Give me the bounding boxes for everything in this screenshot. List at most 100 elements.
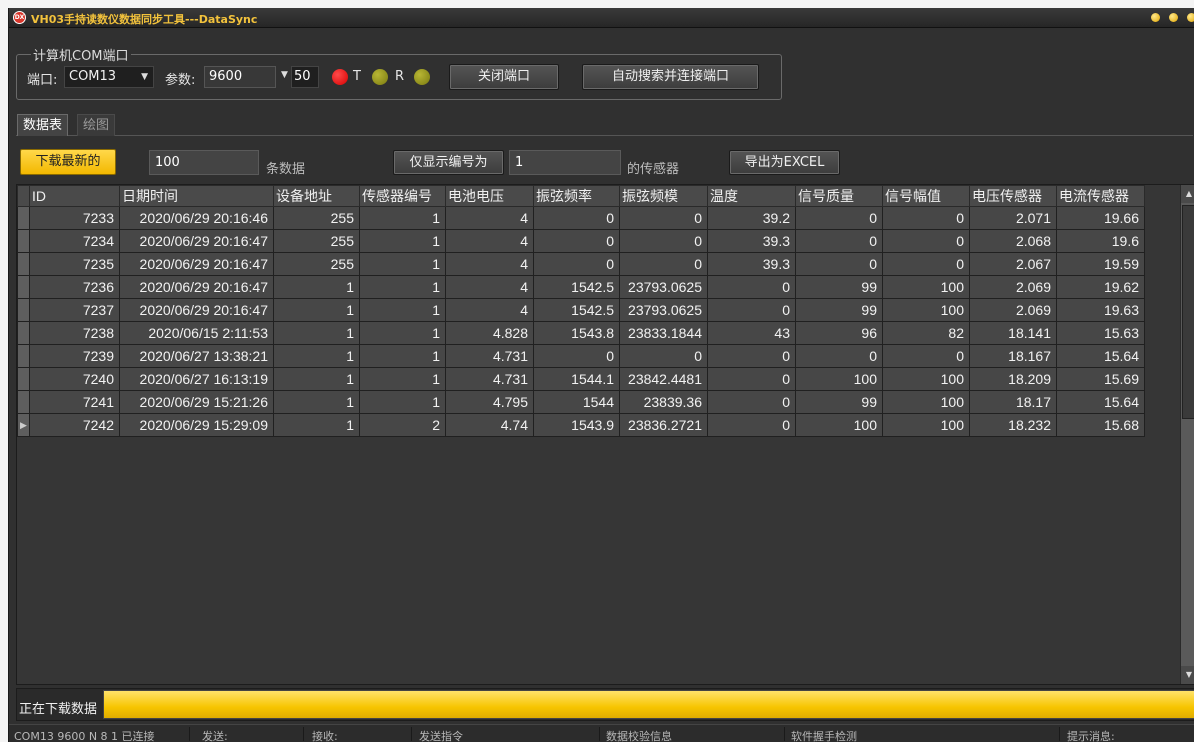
row-header[interactable]	[17, 298, 30, 322]
table-cell[interactable]: 2.067	[969, 252, 1057, 276]
table-cell[interactable]: 1	[273, 321, 360, 345]
table-cell[interactable]: 2020/06/15 2:11:53	[119, 321, 274, 345]
table-cell[interactable]: 18.17	[969, 390, 1057, 414]
table-cell[interactable]: 23793.0625	[619, 275, 708, 299]
table-cell[interactable]: 7242	[29, 413, 120, 437]
table-cell[interactable]: 39.3	[707, 252, 796, 276]
table-cell[interactable]: 19.63	[1056, 298, 1145, 322]
table-cell[interactable]: 23833.1844	[619, 321, 708, 345]
table-cell[interactable]: 100	[795, 413, 883, 437]
table-cell[interactable]: 1544.1	[533, 367, 620, 391]
table-cell[interactable]: 0	[533, 229, 620, 253]
table-cell[interactable]: 255	[273, 252, 360, 276]
table-cell[interactable]: 100	[882, 390, 970, 414]
table-row[interactable]: 7238 2020/06/15 2:11:53 1 1 4.828 1543.8 23833…	[17, 321, 1145, 345]
table-cell[interactable]: 2.071	[969, 206, 1057, 230]
row-header[interactable]	[17, 229, 30, 253]
vertical-scrollbar[interactable]: ▲ ▼	[1180, 185, 1194, 684]
table-cell[interactable]: 1	[273, 367, 360, 391]
table-cell[interactable]: 18.141	[969, 321, 1057, 345]
chevron-down-icon[interactable]: ▼	[281, 70, 288, 80]
table-cell[interactable]: 7241	[29, 390, 120, 414]
table-cell[interactable]: 99	[795, 390, 883, 414]
table-cell[interactable]: 7238	[29, 321, 120, 345]
column-header[interactable]: ID	[29, 185, 120, 207]
table-cell[interactable]: 1543.8	[533, 321, 620, 345]
table-cell[interactable]: 1	[359, 367, 446, 391]
table-cell[interactable]: 2	[359, 413, 446, 437]
row-header[interactable]	[17, 252, 30, 276]
table-cell[interactable]: 0	[533, 206, 620, 230]
table-cell[interactable]: 18.232	[969, 413, 1057, 437]
column-header[interactable]: 日期时间	[119, 185, 274, 207]
table-cell[interactable]: 100	[795, 367, 883, 391]
table-cell[interactable]: 23836.2721	[619, 413, 708, 437]
row-header[interactable]	[17, 206, 30, 230]
column-header[interactable]: 电流传感器	[1056, 185, 1145, 207]
table-cell[interactable]: 0	[707, 390, 796, 414]
table-cell[interactable]: 15.69	[1056, 367, 1145, 391]
table-cell[interactable]: 0	[795, 229, 883, 253]
row-header[interactable]	[17, 275, 30, 299]
table-cell[interactable]: 1543.9	[533, 413, 620, 437]
column-header[interactable]: 信号质量	[795, 185, 883, 207]
column-header[interactable]: 振弦频率	[533, 185, 620, 207]
table-cell[interactable]: 100	[882, 367, 970, 391]
table-cell[interactable]: 0	[707, 344, 796, 368]
table-cell[interactable]: 1	[359, 252, 446, 276]
table-row[interactable]: 7234 2020/06/29 20:16:47 255 1 4 0 0 39.3 0 0 2.06…	[17, 229, 1145, 253]
table-cell[interactable]: 2.069	[969, 275, 1057, 299]
table-cell[interactable]: 1542.5	[533, 298, 620, 322]
table-row[interactable]: 7236 2020/06/29 20:16:47 1 1 4 1542.5 23793.06…	[17, 275, 1145, 299]
table-cell[interactable]: 39.2	[707, 206, 796, 230]
table-row[interactable]: 7240 2020/06/27 16:13:19 1 1 4.731 1544.1 2384…	[17, 367, 1145, 391]
table-cell[interactable]: 82	[882, 321, 970, 345]
table-cell[interactable]: 0	[795, 252, 883, 276]
table-cell[interactable]: 2020/06/29 20:16:46	[119, 206, 274, 230]
table-cell[interactable]: 99	[795, 275, 883, 299]
table-cell[interactable]: 7239	[29, 344, 120, 368]
table-cell[interactable]: 15.68	[1056, 413, 1145, 437]
table-row[interactable]: 7241 2020/06/29 15:21:26 1 1 4.795 1544 23839.…	[17, 390, 1145, 414]
table-cell[interactable]: 0	[533, 252, 620, 276]
table-cell[interactable]: 2020/06/29 20:16:47	[119, 275, 274, 299]
close-port-button[interactable]: 关闭端口	[449, 64, 559, 90]
tab-plot[interactable]: 绘图	[77, 114, 116, 136]
row-header[interactable]	[17, 367, 30, 391]
table-cell[interactable]: 100	[882, 275, 970, 299]
table-cell[interactable]: 1	[359, 275, 446, 299]
table-cell[interactable]: 7236	[29, 275, 120, 299]
table-cell[interactable]: 39.3	[707, 229, 796, 253]
column-header[interactable]: 温度	[707, 185, 796, 207]
maximize-button[interactable]	[1169, 13, 1178, 22]
table-cell[interactable]: 15.63	[1056, 321, 1145, 345]
scroll-down-arrow-icon[interactable]: ▼	[1181, 666, 1194, 684]
table-cell[interactable]: 18.167	[969, 344, 1057, 368]
row-header[interactable]	[17, 344, 30, 368]
data-grid[interactable]: ID 日期时间 设备地址 传感器编号 电池电压 振弦频率 振弦频模 温度 信号质…	[16, 184, 1194, 685]
table-cell[interactable]: 0	[619, 229, 708, 253]
filter-sensor-button[interactable]: 仅显示编号为	[393, 150, 504, 175]
table-cell[interactable]: 2020/06/27 13:38:21	[119, 344, 274, 368]
scroll-up-arrow-icon[interactable]: ▲	[1181, 185, 1194, 203]
scrollbar-thumb[interactable]	[1182, 205, 1194, 419]
table-cell[interactable]: 4.828	[445, 321, 534, 345]
table-cell[interactable]: 0	[795, 344, 883, 368]
table-cell[interactable]: 0	[882, 206, 970, 230]
table-cell[interactable]: 4	[445, 229, 534, 253]
table-cell[interactable]: 1542.5	[533, 275, 620, 299]
table-cell[interactable]: 2020/06/27 16:13:19	[119, 367, 274, 391]
table-cell[interactable]: 0	[707, 275, 796, 299]
table-cell[interactable]: 100	[882, 298, 970, 322]
table-cell[interactable]: 4.795	[445, 390, 534, 414]
table-cell[interactable]: 19.6	[1056, 229, 1145, 253]
table-cell[interactable]: 4	[445, 298, 534, 322]
table-cell[interactable]: 19.62	[1056, 275, 1145, 299]
table-cell[interactable]: 0	[619, 252, 708, 276]
table-cell[interactable]: 1	[359, 321, 446, 345]
table-cell[interactable]: 4.74	[445, 413, 534, 437]
table-cell[interactable]: 1	[359, 229, 446, 253]
table-cell[interactable]: 0	[795, 206, 883, 230]
current-row-arrow-icon[interactable]: ▶	[17, 413, 30, 437]
table-cell[interactable]: 1	[359, 390, 446, 414]
